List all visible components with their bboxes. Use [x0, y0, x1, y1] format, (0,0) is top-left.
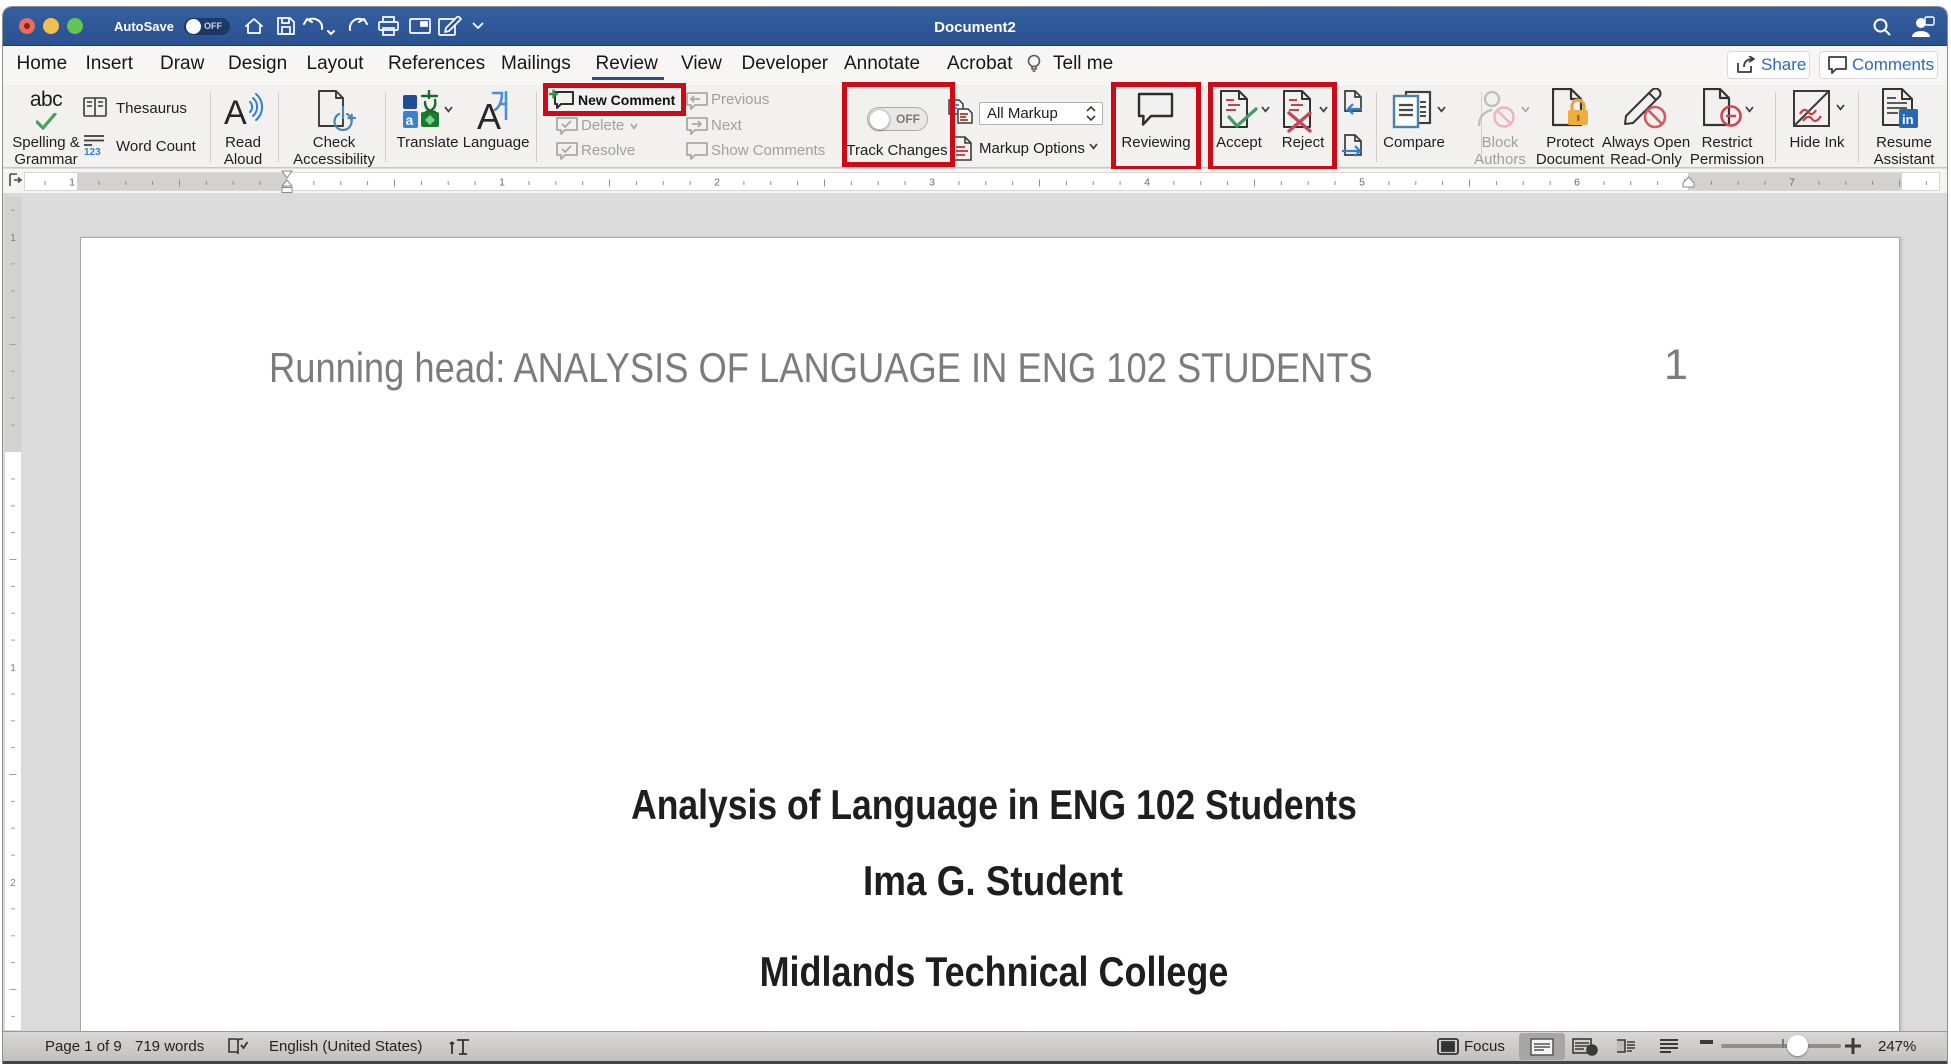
svg-text:a: a: [406, 112, 414, 128]
svg-text:5: 5: [1359, 177, 1365, 189]
svg-text:2: 2: [10, 878, 16, 889]
svg-text:3: 3: [929, 177, 935, 189]
svg-text:1: 1: [10, 663, 16, 674]
svg-text:7: 7: [1789, 177, 1795, 189]
svg-text:1: 1: [499, 177, 505, 189]
svg-text:in: in: [1902, 112, 1914, 127]
svg-text:4: 4: [1144, 177, 1150, 189]
svg-text:1: 1: [10, 233, 16, 244]
svg-text:2: 2: [714, 177, 720, 189]
svg-text:1: 1: [69, 177, 75, 189]
svg-text:6: 6: [1574, 177, 1580, 189]
svg-text:A: A: [477, 96, 501, 132]
svg-text:123: 123: [84, 147, 101, 156]
svg-text:A: A: [224, 94, 247, 132]
